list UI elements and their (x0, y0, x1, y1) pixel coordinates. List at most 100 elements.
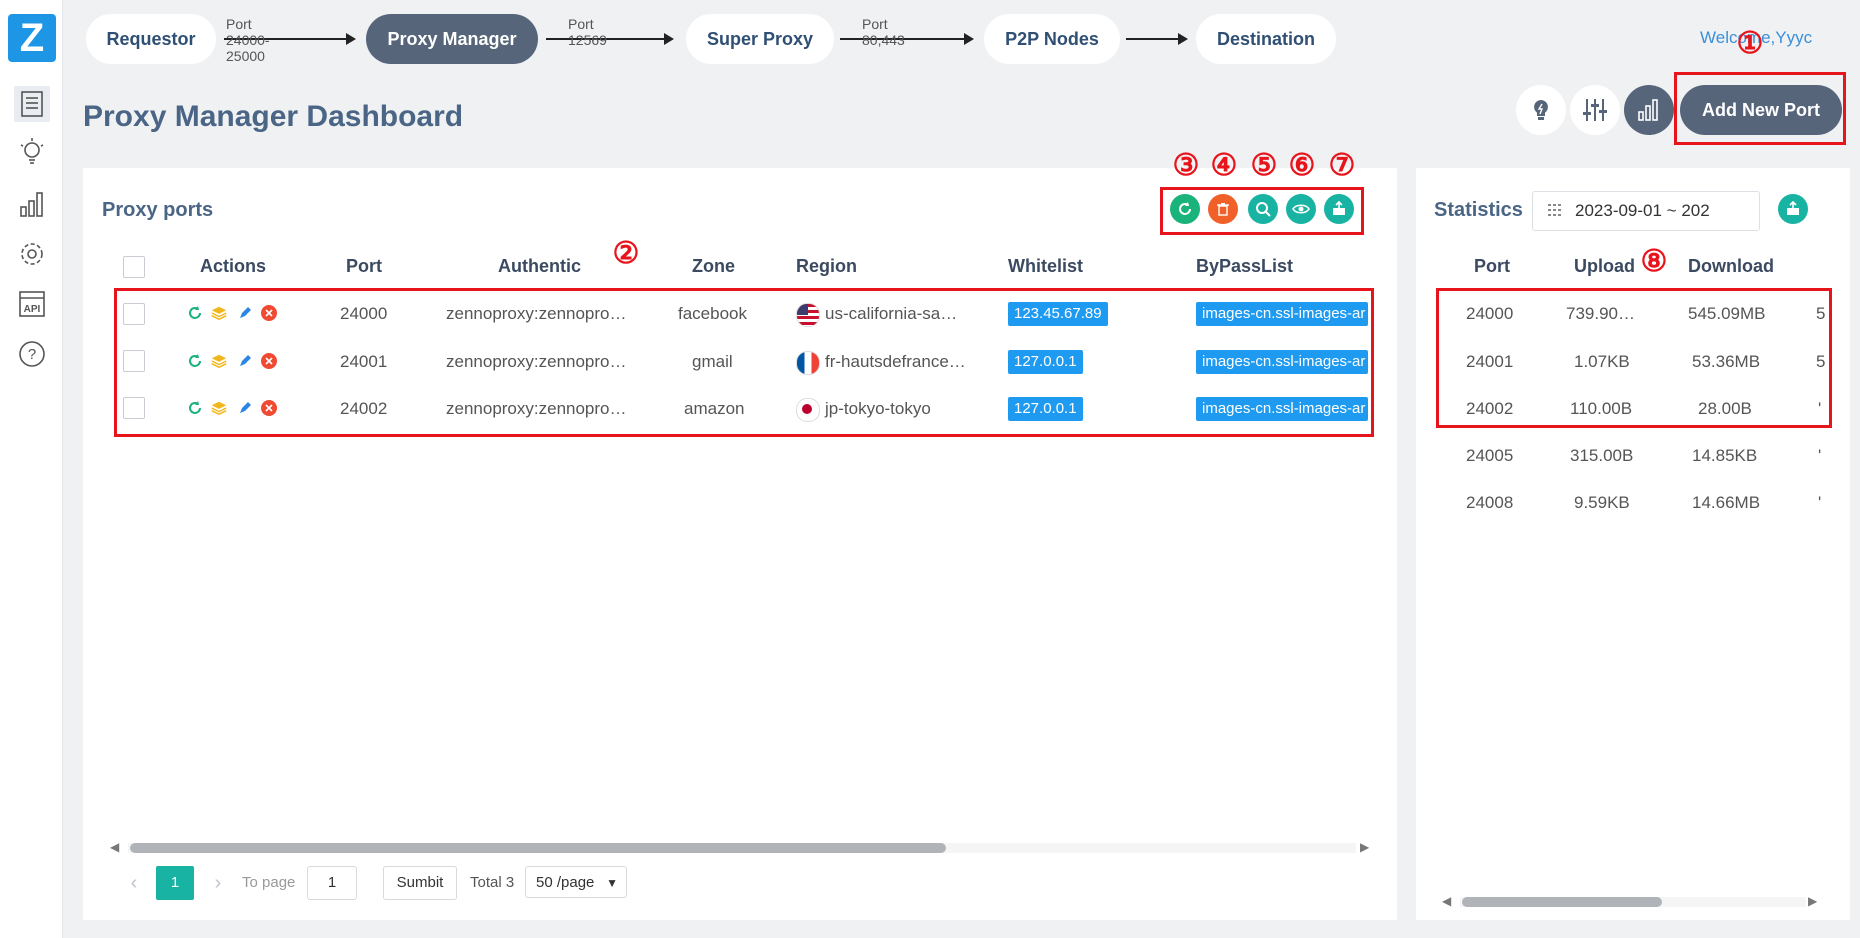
flow-step-requestor[interactable]: Requestor (86, 14, 216, 64)
column-header: Region (796, 256, 857, 276)
stats-download-cell: 14.66MB (1692, 493, 1761, 512)
scroll-left-arrow[interactable]: ◀ (110, 840, 119, 854)
flow-step-proxy-manager[interactable]: Proxy Manager (366, 14, 538, 64)
column-header: ByPassList (1196, 256, 1294, 276)
column-header: Whitelist (1008, 256, 1083, 276)
trash-icon (1217, 203, 1229, 216)
settings-button[interactable] (1570, 85, 1620, 135)
layers-icon[interactable] (210, 304, 228, 322)
flow-arrow (546, 33, 674, 45)
app-logo[interactable]: Z (8, 14, 56, 62)
bar-chart-icon[interactable] (14, 186, 50, 222)
next-page-button[interactable]: › (208, 866, 228, 900)
fr-flag-icon (796, 351, 820, 375)
stats-column-header: Upload (1574, 256, 1635, 276)
tips-button[interactable] (1516, 85, 1566, 135)
page-number-button[interactable]: 1 (156, 866, 194, 900)
chevron-down-icon: ▼ (606, 876, 618, 890)
stats-download-cell: 14.85KB (1692, 446, 1758, 465)
sliders-icon (1583, 99, 1607, 121)
stats-upload-cell: 739.90… (1566, 304, 1635, 323)
api-icon[interactable]: API (14, 286, 50, 322)
bypass-tag: images-cn.ssl-images-ar (1196, 397, 1368, 421)
column-header: Actions (200, 256, 267, 276)
edit-icon[interactable] (236, 304, 254, 322)
delete-button[interactable] (1208, 194, 1238, 224)
total-count: Total 3 (470, 874, 515, 891)
search-button[interactable] (1248, 194, 1278, 224)
stats-scrollbar-thumb[interactable] (1462, 897, 1662, 907)
stats-download-cell: 28.00B (1698, 399, 1752, 418)
delete-icon[interactable] (260, 352, 278, 370)
layers-icon[interactable] (210, 399, 228, 417)
select-all-checkbox[interactable] (123, 256, 145, 278)
whitelist-tag: 127.0.0.1 (1008, 397, 1083, 421)
api-icon-label: API (24, 304, 41, 315)
flow-arrow (840, 33, 974, 45)
flow-arrow (1126, 33, 1188, 45)
stats-scroll-right-arrow[interactable]: ▶ (1808, 894, 1817, 908)
to-page-input[interactable]: 1 (307, 866, 357, 900)
flow-step-destination[interactable]: Destination (1196, 14, 1336, 64)
row-checkbox[interactable] (123, 397, 145, 419)
stats-download-cell: 53.36MB (1692, 352, 1761, 371)
page-size-select[interactable]: 50 /page ▼ (525, 866, 627, 898)
annotation-marker: ⑦ (1328, 149, 1356, 182)
view-button[interactable] (1286, 194, 1316, 224)
stats-download-cell: 545.09MB (1688, 304, 1766, 323)
port-cell: 24002 (340, 399, 388, 418)
eye-icon (1292, 204, 1310, 214)
restart-icon[interactable] (186, 399, 204, 417)
export-icon (1787, 200, 1799, 215)
port-cell: 24001 (340, 352, 388, 371)
column-header: Authentic (498, 256, 581, 276)
annotation-marker: ③ (1172, 149, 1200, 182)
prev-page-button[interactable]: ‹ (124, 866, 144, 900)
flow-step-super-proxy[interactable]: Super Proxy (686, 14, 834, 64)
page-title: Proxy Manager Dashboard (83, 100, 464, 133)
export-button[interactable] (1324, 194, 1354, 224)
stats-extra-cell: 5 (1816, 352, 1826, 371)
row-checkbox[interactable] (123, 350, 145, 372)
proxy-ports-title: Proxy ports (102, 199, 214, 221)
stats-extra-cell: ' (1818, 446, 1822, 465)
refresh-icon (1179, 202, 1191, 215)
stats-extra-cell: ' (1818, 493, 1822, 512)
stats-upload-cell: 315.00B (1570, 446, 1634, 465)
stats-upload-cell: 110.00B (1570, 399, 1633, 418)
annotation-marker: ⑥ (1288, 149, 1316, 182)
gear-icon[interactable] (14, 236, 50, 272)
edit-icon[interactable] (236, 399, 254, 417)
column-header: Port (346, 256, 382, 276)
annotation-marker: ② (612, 237, 640, 270)
date-range-picker[interactable]: 2023-09-01 ~ 202 (1532, 191, 1760, 231)
zone-cell: facebook (678, 304, 747, 323)
stats-export-button[interactable] (1778, 194, 1808, 224)
stats-port-cell: 24002 (1466, 399, 1514, 418)
restart-icon[interactable] (186, 304, 204, 322)
layers-icon[interactable] (210, 352, 228, 370)
lightbulb-icon[interactable] (14, 134, 50, 170)
document-list-icon[interactable] (14, 86, 50, 122)
delete-icon[interactable] (260, 399, 278, 417)
refresh-button[interactable] (1170, 194, 1200, 224)
auth-cell: zennoproxy:zennopro… (446, 352, 627, 371)
delete-icon[interactable] (260, 304, 278, 322)
jp-flag-icon (796, 398, 820, 422)
help-icon[interactable]: ? (14, 336, 50, 372)
scrollbar-thumb[interactable] (130, 843, 946, 853)
flow-arrow-label: Port 24000-25000 (226, 16, 270, 64)
edit-icon[interactable] (236, 352, 254, 370)
annotation-marker: ⑤ (1250, 149, 1278, 182)
submit-page-button[interactable]: Sumbit (383, 866, 457, 900)
restart-icon[interactable] (186, 352, 204, 370)
lightbulb-icon (1534, 100, 1548, 120)
flow-step-p2p-nodes[interactable]: P2P Nodes (984, 14, 1120, 64)
scroll-right-arrow[interactable]: ▶ (1360, 840, 1369, 854)
port-cell: 24000 (340, 304, 388, 323)
stats-port-cell: 24001 (1466, 352, 1514, 371)
statistics-toggle-button[interactable] (1624, 85, 1674, 135)
row-checkbox[interactable] (123, 303, 145, 325)
zone-cell: gmail (692, 352, 733, 371)
stats-scroll-left-arrow[interactable]: ◀ (1442, 894, 1451, 908)
